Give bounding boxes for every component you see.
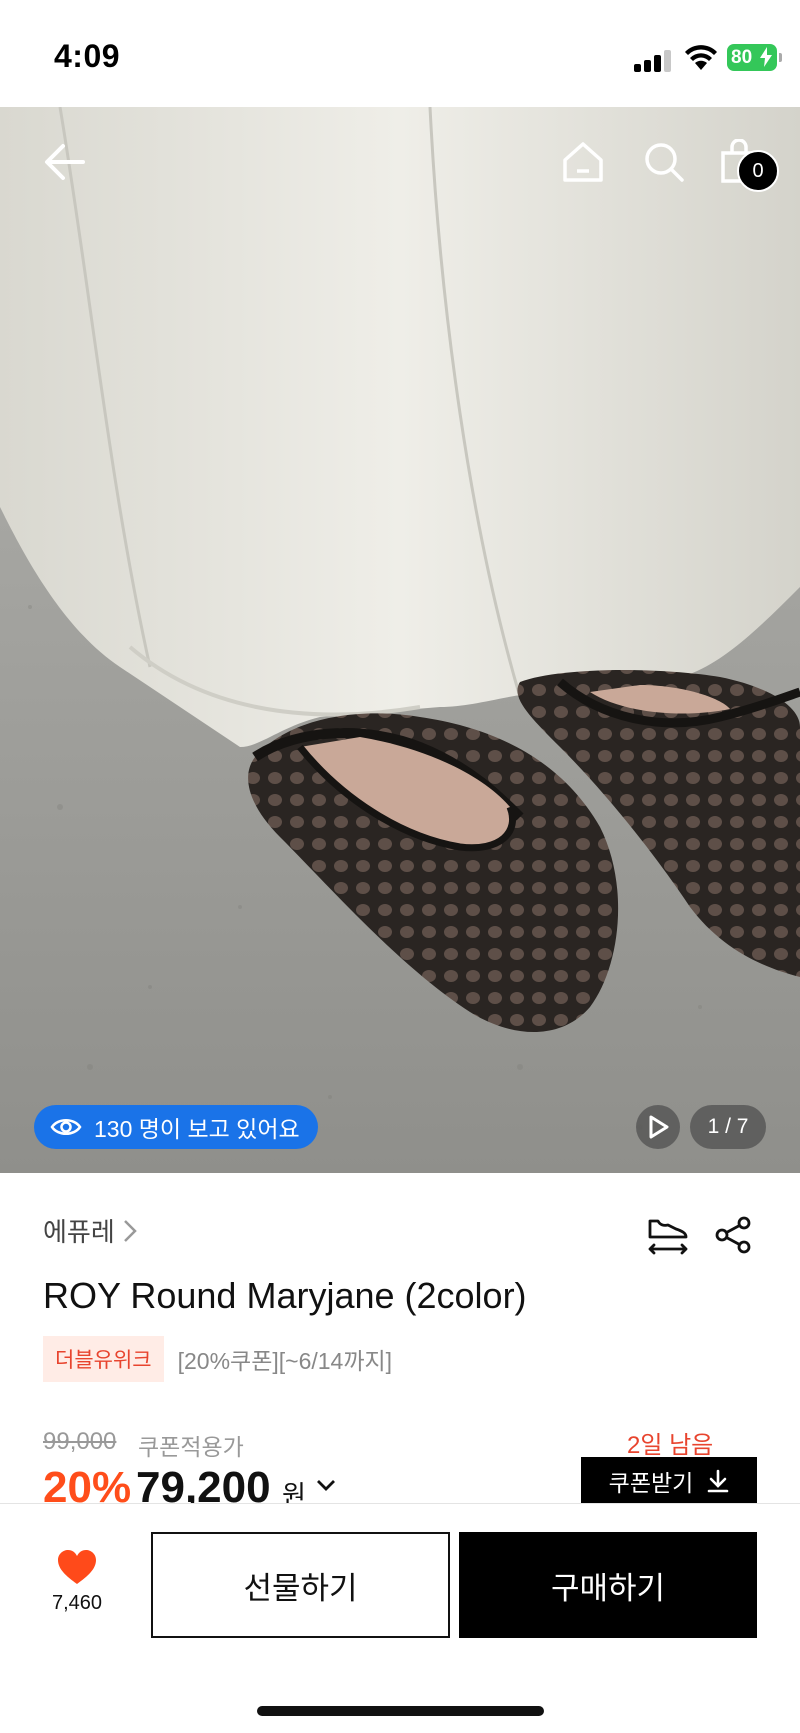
promo-badge: 더블유위크: [43, 1336, 164, 1382]
size-compare-button[interactable]: [644, 1212, 692, 1256]
viewers-badge: 130 명이 보고 있어요: [34, 1105, 318, 1149]
share-icon: [715, 1216, 751, 1254]
cellular-signal-icon: [634, 50, 672, 72]
wifi-icon: [685, 45, 717, 70]
play-slideshow-button[interactable]: [636, 1105, 680, 1149]
get-coupon-button[interactable]: 쿠폰받기: [581, 1457, 757, 1505]
heart-icon: [58, 1550, 96, 1584]
download-icon: [708, 1469, 729, 1493]
home-indicator[interactable]: [257, 1706, 544, 1716]
search-button[interactable]: [639, 137, 689, 187]
gift-button[interactable]: 선물하기: [151, 1532, 450, 1638]
brand-link[interactable]: 에퓨레: [43, 1212, 137, 1249]
promo-text: [20%쿠폰][~6/14까지]: [177, 1348, 393, 1374]
cart-count-badge: 0: [737, 150, 779, 192]
product-image-carousel[interactable]: 130 명이 보고 있어요 1 / 7: [0, 107, 800, 1173]
promo-row: 더블유위크 [20%쿠폰][~6/14까지]: [43, 1336, 392, 1382]
shoe-size-icon: [648, 1219, 688, 1255]
days-left-label: 2일 남음: [627, 1432, 714, 1459]
eye-icon: [50, 1119, 82, 1135]
status-bar: 4:09 80: [0, 0, 800, 107]
status-time: 4:09: [54, 38, 121, 74]
battery-level: 80: [731, 46, 753, 68]
coupon-price-label: 쿠폰적용가: [138, 1434, 244, 1460]
buy-button[interactable]: 구매하기: [459, 1532, 757, 1638]
home-icon: [563, 142, 603, 182]
viewers-text: 130 명이 보고 있어요: [94, 1116, 300, 1142]
battery-indicator: 80: [727, 44, 782, 71]
back-button[interactable]: [40, 137, 90, 187]
play-icon: [649, 1115, 669, 1139]
search-icon: [645, 143, 684, 182]
chevron-right-icon: [123, 1219, 137, 1242]
like-button[interactable]: 7,460: [40, 1548, 114, 1615]
original-price: 99,000: [43, 1428, 117, 1455]
chevron-down-icon: [317, 1480, 335, 1491]
product-photo: [0, 107, 800, 1173]
like-count: 7,460: [51, 1592, 103, 1614]
brand-name: 에퓨레: [43, 1217, 115, 1247]
home-button[interactable]: [558, 137, 608, 187]
get-coupon-label: 쿠폰받기: [608, 1470, 694, 1496]
battery-cap: [779, 53, 782, 62]
arrow-left-icon: [45, 144, 85, 180]
share-button[interactable]: [710, 1212, 756, 1258]
image-page-indicator: 1 / 7: [690, 1105, 766, 1149]
price-detail-toggle[interactable]: [316, 1478, 336, 1497]
charging-bolt-icon: [760, 47, 772, 67]
product-title: ROY Round Maryjane (2color): [43, 1275, 527, 1316]
